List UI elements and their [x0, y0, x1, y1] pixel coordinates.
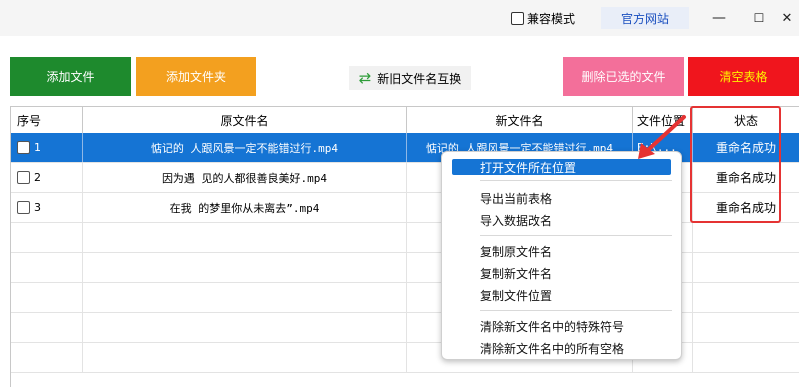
header-location[interactable]: 文件位置 [633, 107, 693, 133]
status-cell: 重命名成功 [693, 133, 799, 162]
header-index[interactable]: 序号 [11, 107, 83, 133]
menu-clear-special-chars[interactable]: 清除新文件名中的特殊符号 [480, 318, 624, 335]
original-name-cell: 在我 的梦里你从未离去”.mp4 [83, 193, 407, 222]
menu-clear-spaces[interactable]: 清除新文件名中的所有空格 [480, 340, 624, 357]
swap-arrows-icon: ⇄ [358, 69, 372, 87]
menu-separator [480, 235, 672, 236]
menu-export-table[interactable]: 导出当前表格 [480, 190, 552, 207]
row-index-cell: 3 [11, 193, 83, 222]
compat-checkbox[interactable] [511, 12, 524, 25]
original-name-cell: 惦记的 人跟风景一定不能错过行.mp4 [83, 133, 407, 162]
menu-separator [480, 310, 672, 311]
header-original-name[interactable]: 原文件名 [83, 107, 407, 133]
context-menu: 打开文件所在位置 导出当前表格 导入数据改名 复制原文件名 复制新文件名 复制文… [441, 151, 682, 360]
title-bar: 兼容模式 官方网站 — ☐ ✕ [0, 0, 799, 36]
add-file-button[interactable]: 添加文件 [10, 57, 131, 96]
row-number: 2 [34, 171, 41, 184]
original-name-cell: 因为遇 见的人都很善良美好.mp4 [83, 163, 407, 192]
row-checkbox[interactable] [17, 141, 30, 154]
compat-label: 兼容模式 [527, 12, 576, 26]
menu-open-file-location[interactable]: 打开文件所在位置 [452, 159, 671, 175]
row-checkbox[interactable] [17, 171, 30, 184]
swap-names-button[interactable]: ⇄ 新旧文件名互换 [349, 66, 471, 90]
row-index-cell: 2 [11, 163, 83, 192]
delete-selected-button[interactable]: 删除已选的文件 [563, 57, 684, 96]
header-new-name[interactable]: 新文件名 [407, 107, 633, 133]
row-index-cell: 1 [11, 133, 83, 162]
swap-names-label: 新旧文件名互换 [377, 71, 462, 86]
menu-copy-location[interactable]: 复制文件位置 [480, 287, 552, 304]
menu-copy-original-name[interactable]: 复制原文件名 [480, 243, 552, 260]
header-status[interactable]: 状态 [693, 107, 799, 133]
official-site-button[interactable]: 官方网站 [601, 7, 689, 29]
minimize-button[interactable]: — [709, 8, 729, 28]
row-number: 1 [34, 141, 41, 154]
add-folder-button[interactable]: 添加文件夹 [136, 57, 256, 96]
menu-import-rename[interactable]: 导入数据改名 [480, 212, 552, 229]
menu-copy-new-name[interactable]: 复制新文件名 [480, 265, 552, 282]
row-number: 3 [34, 201, 41, 214]
menu-separator [480, 180, 672, 181]
clear-table-button[interactable]: 清空表格 [688, 57, 799, 96]
status-cell: 重命名成功 [693, 163, 799, 192]
status-cell: 重命名成功 [693, 193, 799, 222]
close-button[interactable]: ✕ [777, 8, 797, 28]
row-checkbox[interactable] [17, 201, 30, 214]
table-header: 序号 原文件名 新文件名 文件位置 状态 [11, 107, 799, 134]
maximize-button[interactable]: ☐ [749, 8, 769, 28]
compat-mode-toggle[interactable]: 兼容模式 [511, 10, 575, 27]
